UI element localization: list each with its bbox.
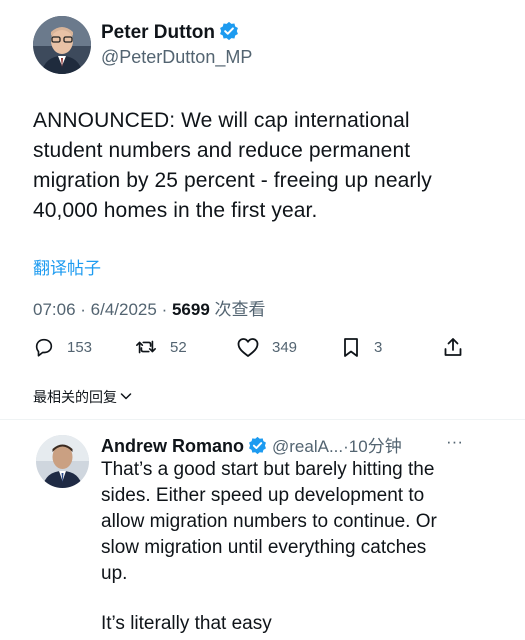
reply-text-paragraph: It’s literally that easy <box>101 613 272 634</box>
tweet-text-line: migration by 25 percent - freeing up nea… <box>33 169 432 192</box>
views-label: 次查看 <box>214 300 266 319</box>
reply-author-handle[interactable]: @realA... <box>272 437 343 456</box>
reply-count: 153 <box>67 338 93 356</box>
reply-time[interactable]: ·10分钟 <box>343 437 402 456</box>
like-action[interactable]: 349 <box>236 336 297 358</box>
reply-sort-dropdown[interactable]: 最相关的回复 <box>33 387 133 407</box>
reply-text-line: sides. Either speed up development to <box>101 485 425 506</box>
tweet-text: ANNOUNCED: We will cap international stu… <box>33 106 503 226</box>
retweet-count: 52 <box>170 338 187 356</box>
verified-badge-icon <box>219 21 239 46</box>
reply-author-name[interactable]: Andrew Romano <box>101 436 244 456</box>
tweet-time[interactable]: 07:06 <box>33 300 76 319</box>
divider <box>0 419 525 420</box>
reply-author-avatar[interactable] <box>36 435 89 488</box>
retweet-icon <box>134 336 158 358</box>
share-icon <box>442 336 464 358</box>
author-name[interactable]: Peter Dutton <box>101 22 215 43</box>
reply-text-line: slow migration until everything catches <box>101 537 427 558</box>
retweet-action[interactable]: 52 <box>134 336 187 358</box>
tweet-meta: 07:06 · 6/4/2025 · 5699 次查看 <box>33 300 266 319</box>
like-count: 349 <box>272 338 298 356</box>
author-avatar[interactable] <box>33 16 91 74</box>
tweet-date[interactable]: 6/4/2025 <box>91 300 157 319</box>
reply-text-line: allow migration numbers to continue. Or <box>101 511 437 532</box>
author-handle[interactable]: @PeterDutton_MP <box>101 47 252 68</box>
reply-text-line: That’s a good start but barely hitting t… <box>101 459 435 480</box>
bookmark-icon <box>340 336 362 358</box>
translate-post-link[interactable]: 翻译帖子 <box>33 254 101 279</box>
bookmark-count: 3 <box>374 338 383 356</box>
reply-text-line: up. <box>101 563 128 584</box>
reply-text: That’s a good start but barely hitting t… <box>101 457 511 587</box>
chevron-down-icon <box>119 389 133 406</box>
reply-icon <box>33 336 55 358</box>
tweet-text-line: ANNOUNCED: We will cap international <box>33 109 410 132</box>
share-button[interactable] <box>442 336 464 358</box>
tweet-text-line: student numbers and reduce permanent <box>33 139 411 162</box>
reply-action[interactable]: 153 <box>33 336 92 358</box>
views-count: 5699 <box>171 300 210 319</box>
more-icon[interactable]: ··· <box>446 432 463 452</box>
tweet-text-line: 40,000 homes in the first year. <box>33 199 318 222</box>
like-icon <box>236 336 260 358</box>
bookmark-action[interactable]: 3 <box>340 336 382 358</box>
reply-header: Andrew Romano @realA...·10分钟 <box>101 432 402 460</box>
reply-sort-label: 最相关的回复 <box>33 389 117 405</box>
author-name-row[interactable]: Peter Dutton <box>101 21 239 46</box>
